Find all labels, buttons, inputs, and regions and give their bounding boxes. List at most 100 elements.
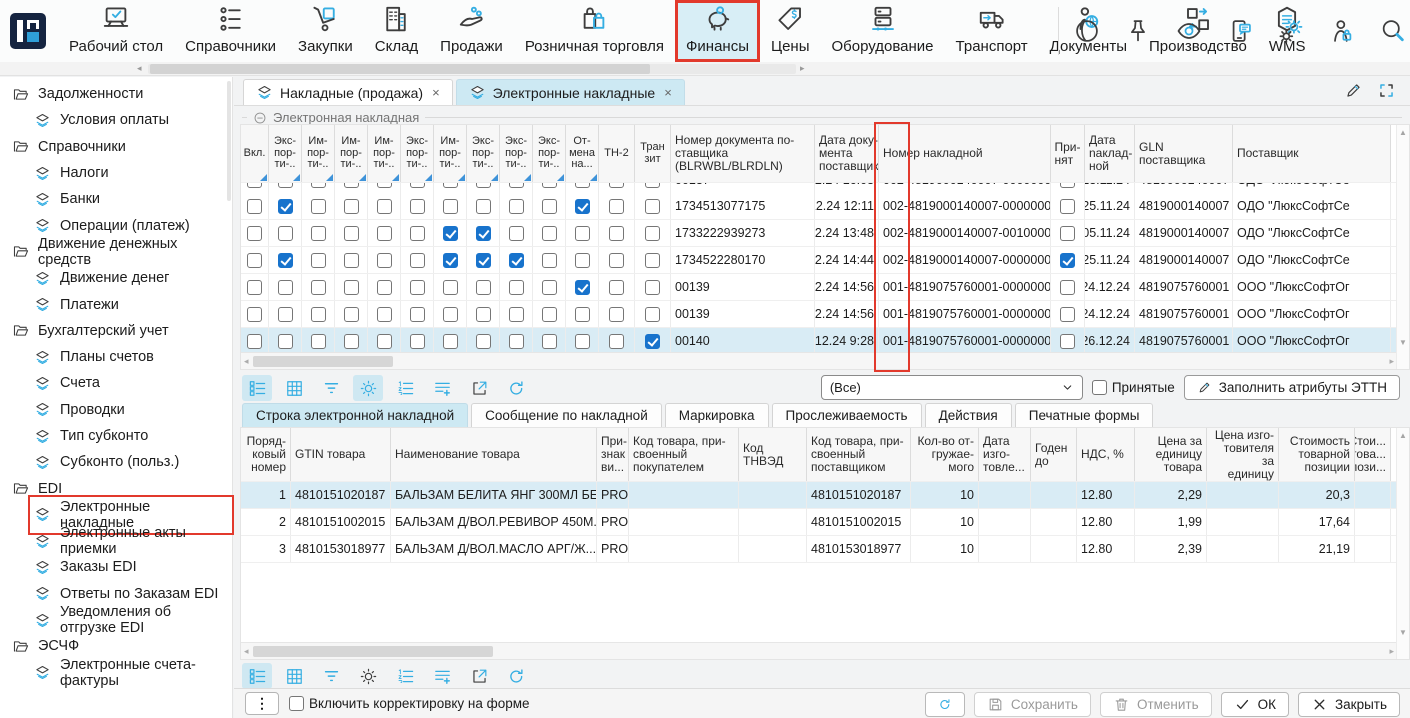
column-header-checkbox-10[interactable]: Экс- пор- ти-.. xyxy=(533,125,566,182)
row-checkbox[interactable] xyxy=(645,199,660,214)
line-column-header-12[interactable]: Цена за единицу товара xyxy=(1135,428,1207,481)
line-column-header-2[interactable]: GTIN товара xyxy=(291,428,391,481)
row-checkbox[interactable] xyxy=(311,280,326,295)
sidebar-item-налоги[interactable]: Налоги xyxy=(0,160,232,186)
row-checkbox[interactable] xyxy=(609,280,624,295)
row-checkbox[interactable] xyxy=(509,280,524,295)
row-checkbox[interactable] xyxy=(609,226,624,241)
row-checkbox[interactable] xyxy=(443,280,458,295)
row-checkbox[interactable] xyxy=(247,307,262,322)
row-checkbox[interactable] xyxy=(609,253,624,268)
invoice-row-5[interactable]: 0013924.12.24 14:56001-4819075760001-000… xyxy=(241,274,1409,301)
row-checkbox[interactable] xyxy=(344,183,359,188)
row-checkbox[interactable] xyxy=(645,183,660,188)
line-column-header-1[interactable]: Поряд- ковый номер xyxy=(241,428,291,481)
clipped-row[interactable]: 0013723.11.24 16:03002-4819000140007-000… xyxy=(241,183,1409,193)
row-checkbox[interactable] xyxy=(575,334,590,349)
sidebar-item-уведомления-об-отгрузке-edi[interactable]: Уведомления об отгрузке EDI xyxy=(0,607,232,633)
invoices-hscrollbar[interactable]: ◂▸ xyxy=(241,352,1397,369)
more-actions-button[interactable]: ⋮ xyxy=(245,692,279,715)
detail-tab-3[interactable]: Маркировка xyxy=(665,403,769,427)
row-checkbox[interactable] xyxy=(344,334,359,349)
ribbon-scroll-thumb[interactable] xyxy=(150,64,650,74)
row-checkbox[interactable] xyxy=(311,253,326,268)
row-checkbox[interactable] xyxy=(377,199,392,214)
search-icon[interactable] xyxy=(1378,16,1408,46)
column-header-4[interactable]: При- нят xyxy=(1051,125,1085,182)
ribbon-scrollbar[interactable]: ◂ ▸ xyxy=(0,62,1410,76)
ribbon-item-10[interactable]: Транспорт xyxy=(945,0,1039,62)
row-checkbox[interactable] xyxy=(410,199,425,214)
numbered-list-icon[interactable] xyxy=(390,663,420,689)
row-checkbox[interactable] xyxy=(645,253,660,268)
sidebar-item-электронные-акты-приемки[interactable]: Электронные акты приемки xyxy=(0,528,232,554)
row-checkbox[interactable] xyxy=(344,280,359,295)
list-view-icon[interactable] xyxy=(242,663,272,689)
accepted-checkbox[interactable] xyxy=(1092,380,1107,395)
row-checkbox[interactable] xyxy=(609,183,624,188)
row-checkbox[interactable] xyxy=(377,183,392,188)
row-checkbox[interactable] xyxy=(476,199,491,214)
ribbon-item-2[interactable]: Справочники xyxy=(174,0,287,62)
lines-vscrollbar[interactable]: ▲▼ xyxy=(1396,428,1409,659)
phone-message-icon[interactable] xyxy=(1225,16,1255,46)
table-grid-icon[interactable] xyxy=(279,663,309,689)
row-checkbox[interactable] xyxy=(509,226,524,241)
row-checkbox[interactable] xyxy=(247,226,262,241)
sidebar-item-банки[interactable]: Банки xyxy=(0,186,232,212)
open-external-icon[interactable] xyxy=(464,375,494,401)
fullscreen-icon[interactable] xyxy=(1377,81,1396,100)
row-checkbox[interactable] xyxy=(344,307,359,322)
row-checkbox[interactable] xyxy=(645,280,660,295)
row-checkbox[interactable] xyxy=(278,280,293,295)
sidebar-item-планы-счетов[interactable]: Планы счетов xyxy=(0,344,232,370)
row-checkbox[interactable] xyxy=(575,226,590,241)
line-column-header-8[interactable]: Кол-во от- гружае- мого xyxy=(911,428,979,481)
row-checkbox[interactable] xyxy=(575,307,590,322)
invoice-row-4[interactable]: 173452228017018.12.24 14:44002-481900014… xyxy=(241,247,1409,274)
column-header-1[interactable]: Номер документа по- ставщика (BLRWBL/BLR… xyxy=(671,125,815,182)
sidebar-item-тип-субконто[interactable]: Тип субконто xyxy=(0,423,232,449)
row-checkbox[interactable] xyxy=(410,253,425,268)
column-header-2[interactable]: Дата доку- мента поставщика xyxy=(815,125,879,182)
ribbon-item-4[interactable]: Склад xyxy=(364,0,429,62)
row-checkbox[interactable] xyxy=(278,183,293,188)
row-checkbox[interactable] xyxy=(443,334,458,349)
column-header-checkbox-6[interactable]: Экс- пор- ти-.. xyxy=(401,125,434,182)
column-header-checkbox-8[interactable]: Экс- пор- ти-.. xyxy=(467,125,500,182)
row-checkbox[interactable] xyxy=(377,280,392,295)
row-checkbox[interactable] xyxy=(609,199,624,214)
row-checkbox[interactable] xyxy=(443,253,458,268)
row-checkbox[interactable] xyxy=(509,307,524,322)
row-checkbox[interactable] xyxy=(476,183,491,188)
row-checkbox[interactable] xyxy=(509,253,524,268)
ок-button[interactable]: ОК xyxy=(1221,692,1289,717)
row-checkbox[interactable] xyxy=(278,334,293,349)
line-column-header-4[interactable]: При- знак ви... xyxy=(597,428,629,481)
column-header-checkbox-7[interactable]: Им- пор- ти-.. xyxy=(434,125,467,182)
ribbon-item-5[interactable]: Продажи xyxy=(429,0,514,62)
row-checkbox[interactable] xyxy=(410,307,425,322)
row-checkbox[interactable] xyxy=(509,334,524,349)
line-column-header-9[interactable]: Дата изго- товле... xyxy=(979,428,1031,481)
ribbon-item-3[interactable]: Закупки xyxy=(287,0,364,62)
ribbon-item-1[interactable]: Рабочий стол xyxy=(58,0,174,62)
row-checkbox[interactable] xyxy=(509,199,524,214)
pin-icon[interactable] xyxy=(1123,16,1153,46)
clock-icon[interactable] xyxy=(1072,16,1102,46)
invoice-row-6[interactable]: 0013924.12.24 14:56001-4819075760001-000… xyxy=(241,301,1409,328)
ribbon-item-6[interactable]: Розничная торговля xyxy=(514,0,675,62)
column-header-checkbox-5[interactable]: Им- пор- ти-.. xyxy=(368,125,401,182)
column-header-7[interactable]: Поставщик xyxy=(1233,125,1391,182)
column-header-checkbox-2[interactable]: Экс- пор- ти-.. xyxy=(269,125,302,182)
filter-dropdown[interactable]: (Все) xyxy=(821,375,1083,400)
row-checkbox[interactable] xyxy=(609,334,624,349)
row-checkbox[interactable] xyxy=(575,199,590,214)
correction-toggle[interactable]: Включить корректировку на форме xyxy=(289,696,530,711)
row-checkbox[interactable] xyxy=(476,334,491,349)
column-header-checkbox-11[interactable]: От- мена на... xyxy=(566,125,599,182)
row-checkbox[interactable] xyxy=(575,280,590,295)
sidebar-item-движение-денежных-средств[interactable]: Движение денежных средств xyxy=(0,239,232,265)
row-checkbox[interactable] xyxy=(377,226,392,241)
row-checkbox[interactable] xyxy=(542,199,557,214)
